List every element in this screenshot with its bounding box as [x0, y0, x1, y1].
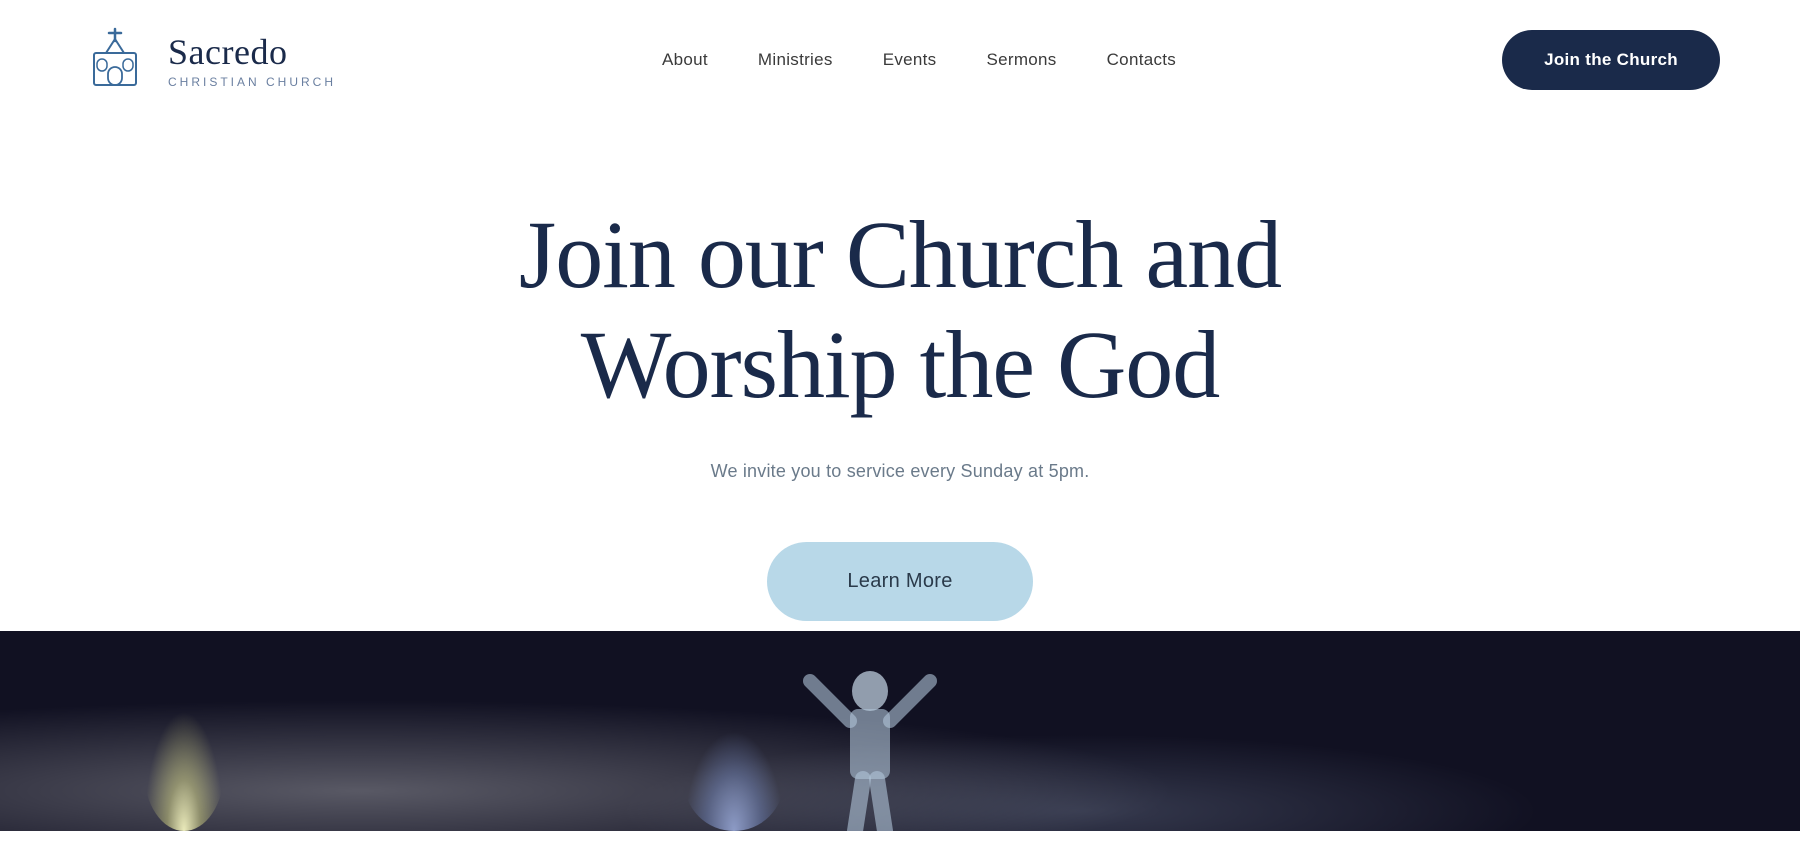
hero-title-line2: Worship the God [581, 311, 1220, 418]
join-church-button[interactable]: Join the Church [1502, 30, 1720, 90]
hero-section: Join our Church and Worship the God We i… [0, 120, 1800, 831]
main-nav: About Ministries Events Sermons Contacts [662, 50, 1176, 70]
light-beam-left [144, 711, 224, 831]
nav-contacts[interactable]: Contacts [1107, 50, 1177, 70]
hero-title: Join our Church and Worship the God [0, 200, 1800, 421]
logo-text: Sacredo CHRISTIAN CHURCH [168, 31, 336, 89]
hero-content: Join our Church and Worship the God We i… [0, 200, 1800, 661]
hero-subtitle: We invite you to service every Sunday at… [0, 461, 1800, 482]
logo-area: Sacredo CHRISTIAN CHURCH [80, 25, 336, 95]
hero-image-area [0, 631, 1800, 831]
nav-about[interactable]: About [662, 50, 708, 70]
logo-name: Sacredo [168, 31, 336, 73]
nav-sermons[interactable]: Sermons [986, 50, 1056, 70]
learn-more-wrapper: Learn More [0, 542, 1800, 621]
logo-subtitle: CHRISTIAN CHURCH [168, 75, 336, 89]
silhouette-figure [720, 651, 1020, 831]
nav-ministries[interactable]: Ministries [758, 50, 833, 70]
site-header: Sacredo CHRISTIAN CHURCH About Ministrie… [0, 0, 1800, 120]
church-icon [80, 25, 150, 95]
learn-more-button[interactable]: Learn More [767, 542, 1032, 621]
nav-events[interactable]: Events [883, 50, 937, 70]
hero-title-line1: Join our Church and [519, 201, 1281, 308]
